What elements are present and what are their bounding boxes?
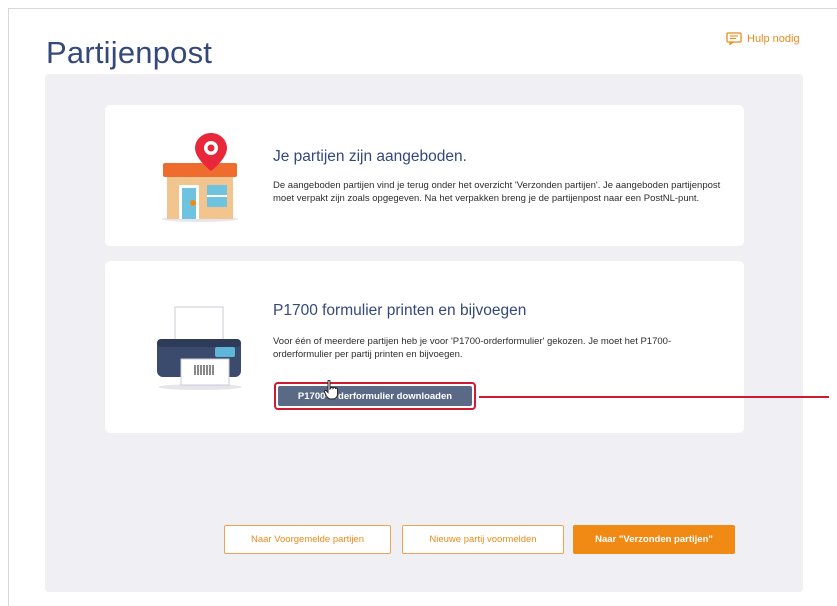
content-panel: Je partijen zijn aangeboden. De aangebod… <box>45 74 803 592</box>
sent-batches-button[interactable]: Naar "Verzonden partijen" <box>573 525 735 554</box>
p1700-text: Voor één of meerdere partijen heb je voo… <box>273 336 672 360</box>
p1700-title: P1700 formulier printen en bijvoegen <box>273 302 527 319</box>
offered-text: De aangeboden partijen vind je terug ond… <box>273 180 721 204</box>
offered-title: Je partijen zijn aangeboden. <box>273 148 467 165</box>
download-p1700-button[interactable]: P1700-orderformulier downloaden <box>274 382 476 410</box>
shop-location-icon <box>162 133 238 222</box>
page-title: Partijenpost <box>46 34 213 70</box>
help-book-icon <box>726 32 742 45</box>
callout-line <box>479 396 829 398</box>
p1700-card: P1700 formulier printen en bijvoegen Voo… <box>105 261 744 433</box>
download-p1700-label: P1700-orderformulier downloaden <box>278 386 472 406</box>
offered-card: Je partijen zijn aangeboden. De aangebod… <box>105 105 744 246</box>
hand-cursor-icon <box>324 380 338 400</box>
new-batch-button[interactable]: Nieuwe partij voormelden <box>402 525 564 554</box>
printer-icon <box>157 306 242 390</box>
help-link[interactable]: Hulp nodig <box>726 32 800 45</box>
previous-batches-button[interactable]: Naar Voorgemelde partijen <box>224 525 391 554</box>
help-label: Hulp nodig <box>747 32 800 45</box>
